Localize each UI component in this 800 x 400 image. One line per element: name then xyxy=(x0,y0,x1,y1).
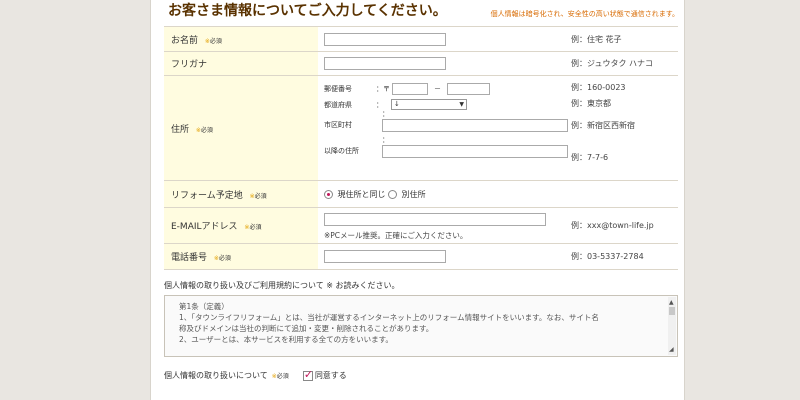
city-row: 市区町村 xyxy=(324,118,568,132)
required-badge: ※必須 xyxy=(249,192,267,200)
policy-textarea[interactable]: 第1条（定義） 1、「タウンライフリフォーム」とは、当社が運営するインターネット… xyxy=(164,295,678,357)
radio-same-address[interactable] xyxy=(324,189,333,199)
required-badge: ※必須 xyxy=(195,126,213,134)
scroll-thumb[interactable] xyxy=(669,307,675,315)
policy-line: 1、「タウンライフリフォーム」とは、当社が運営するインターネット上のリフォーム情… xyxy=(179,313,599,322)
agree-row: 個人情報の取り扱いについて ※必須 同意する xyxy=(164,368,347,381)
name-label: お名前 xyxy=(171,35,199,46)
resize-grip-icon[interactable]: ◢ xyxy=(669,344,674,355)
address-label: 住所 xyxy=(171,124,190,135)
email-label: E-MAILアドレス xyxy=(171,222,238,232)
street-row: 以降の住所 xyxy=(324,144,568,158)
name-input[interactable] xyxy=(324,32,446,46)
email-input[interactable] xyxy=(324,212,546,226)
row-kana: フリガナ 例：ジュウタク ハナコ xyxy=(164,51,678,76)
phone-label: 電話番号 xyxy=(171,253,208,263)
required-badge: ※必須 xyxy=(244,224,262,231)
radio-other-address[interactable] xyxy=(388,189,398,199)
required-badge: ※必須 xyxy=(204,37,222,45)
policy-scrollbar[interactable]: ▲ ◢ xyxy=(668,297,676,355)
customer-info-form: お名前 ※必須 例：住宅 花子 フリガナ 例：ジュウタク ハナコ 住所 ※必須 … xyxy=(164,26,678,270)
prefecture-row: 都道府県 ： ↓ ▼ xyxy=(324,98,568,111)
agree-label: 個人情報の取り扱いについて xyxy=(164,371,268,380)
street-label: 以降の住所 xyxy=(324,147,359,155)
phone-input[interactable] xyxy=(324,250,446,263)
same-address-label: 現住所と同じ xyxy=(337,189,386,199)
kana-input[interactable] xyxy=(324,57,446,70)
row-address: 住所 ※必須 郵便番号 ：〒 － 都道府県 ： ↓ ▼ ： 市区町村 ： 以降の… xyxy=(164,75,678,181)
kana-label: フリガナ xyxy=(171,60,208,70)
page-title: お客さま情報についてご入力してください。 xyxy=(168,3,447,19)
street-input[interactable] xyxy=(382,144,568,158)
street-example: 例：7-7-6 xyxy=(571,153,609,162)
prefecture-label: 都道府県 xyxy=(324,100,352,109)
city-example: 例：新宿区西新宿 xyxy=(571,121,635,130)
postal-code-2-input[interactable] xyxy=(447,83,490,95)
security-note: 個人情報は暗号化され、安全性の高い状態で通信されます。 xyxy=(490,10,679,18)
prefecture-example: 例：東京都 xyxy=(571,99,611,108)
row-name: お名前 ※必須 例：住宅 花子 xyxy=(164,26,678,52)
phone-example: 例：03-5337-2784 xyxy=(568,243,678,270)
city-input[interactable] xyxy=(382,118,568,132)
required-badge: ※必須 xyxy=(213,255,231,262)
row-reform-place: リフォーム予定地 ※必須 現住所と同じ 別住所 xyxy=(164,180,678,208)
row-email: E-MAILアドレス ※必須 ※PCメール推奨。正確にご入力ください。 例：xx… xyxy=(164,207,678,244)
postal-row: 郵便番号 ：〒 － xyxy=(324,80,568,98)
form-header: お客さま情報についてご入力してください。 個人情報は暗号化され、安全性の高い状態… xyxy=(165,0,685,26)
consent-title: 個人情報の取り扱い及びご利用規約について ※ お読みください。 xyxy=(164,281,400,290)
chevron-down-icon: ▼ xyxy=(459,101,464,108)
email-note: ※PCメール推奨。正確にご入力ください。 xyxy=(324,230,468,240)
agree-checkbox[interactable] xyxy=(302,368,313,381)
policy-line: 2、ユーザーとは、本サービスを利用する全ての方をいいます。 xyxy=(179,335,393,344)
postal-code-1-input[interactable] xyxy=(392,83,428,95)
name-example: 例：住宅 花子 xyxy=(568,26,678,52)
reform-place-label: リフォーム予定地 xyxy=(171,190,243,201)
other-address-label: 別住所 xyxy=(401,189,426,199)
policy-line: 第1条（定義） xyxy=(179,302,229,311)
required-badge: ※必須 xyxy=(271,373,289,380)
prefecture-select[interactable]: ↓ ▼ xyxy=(391,99,467,110)
postal-label: 郵便番号 xyxy=(324,85,352,93)
postal-example: 例：160-0023 xyxy=(571,83,626,92)
agree-checkbox-label[interactable]: 同意する xyxy=(315,370,347,381)
row-phone: 電話番号 ※必須 例：03-5337-2784 xyxy=(164,243,678,270)
policy-line: 称及びドメインは当社の判断にて追加・変更・削除されることがあります。 xyxy=(179,324,434,333)
email-example: 例：xxx@town-life.jp xyxy=(568,207,678,244)
city-label: 市区町村 xyxy=(324,121,352,129)
kana-example: 例：ジュウタク ハナコ xyxy=(568,51,678,76)
